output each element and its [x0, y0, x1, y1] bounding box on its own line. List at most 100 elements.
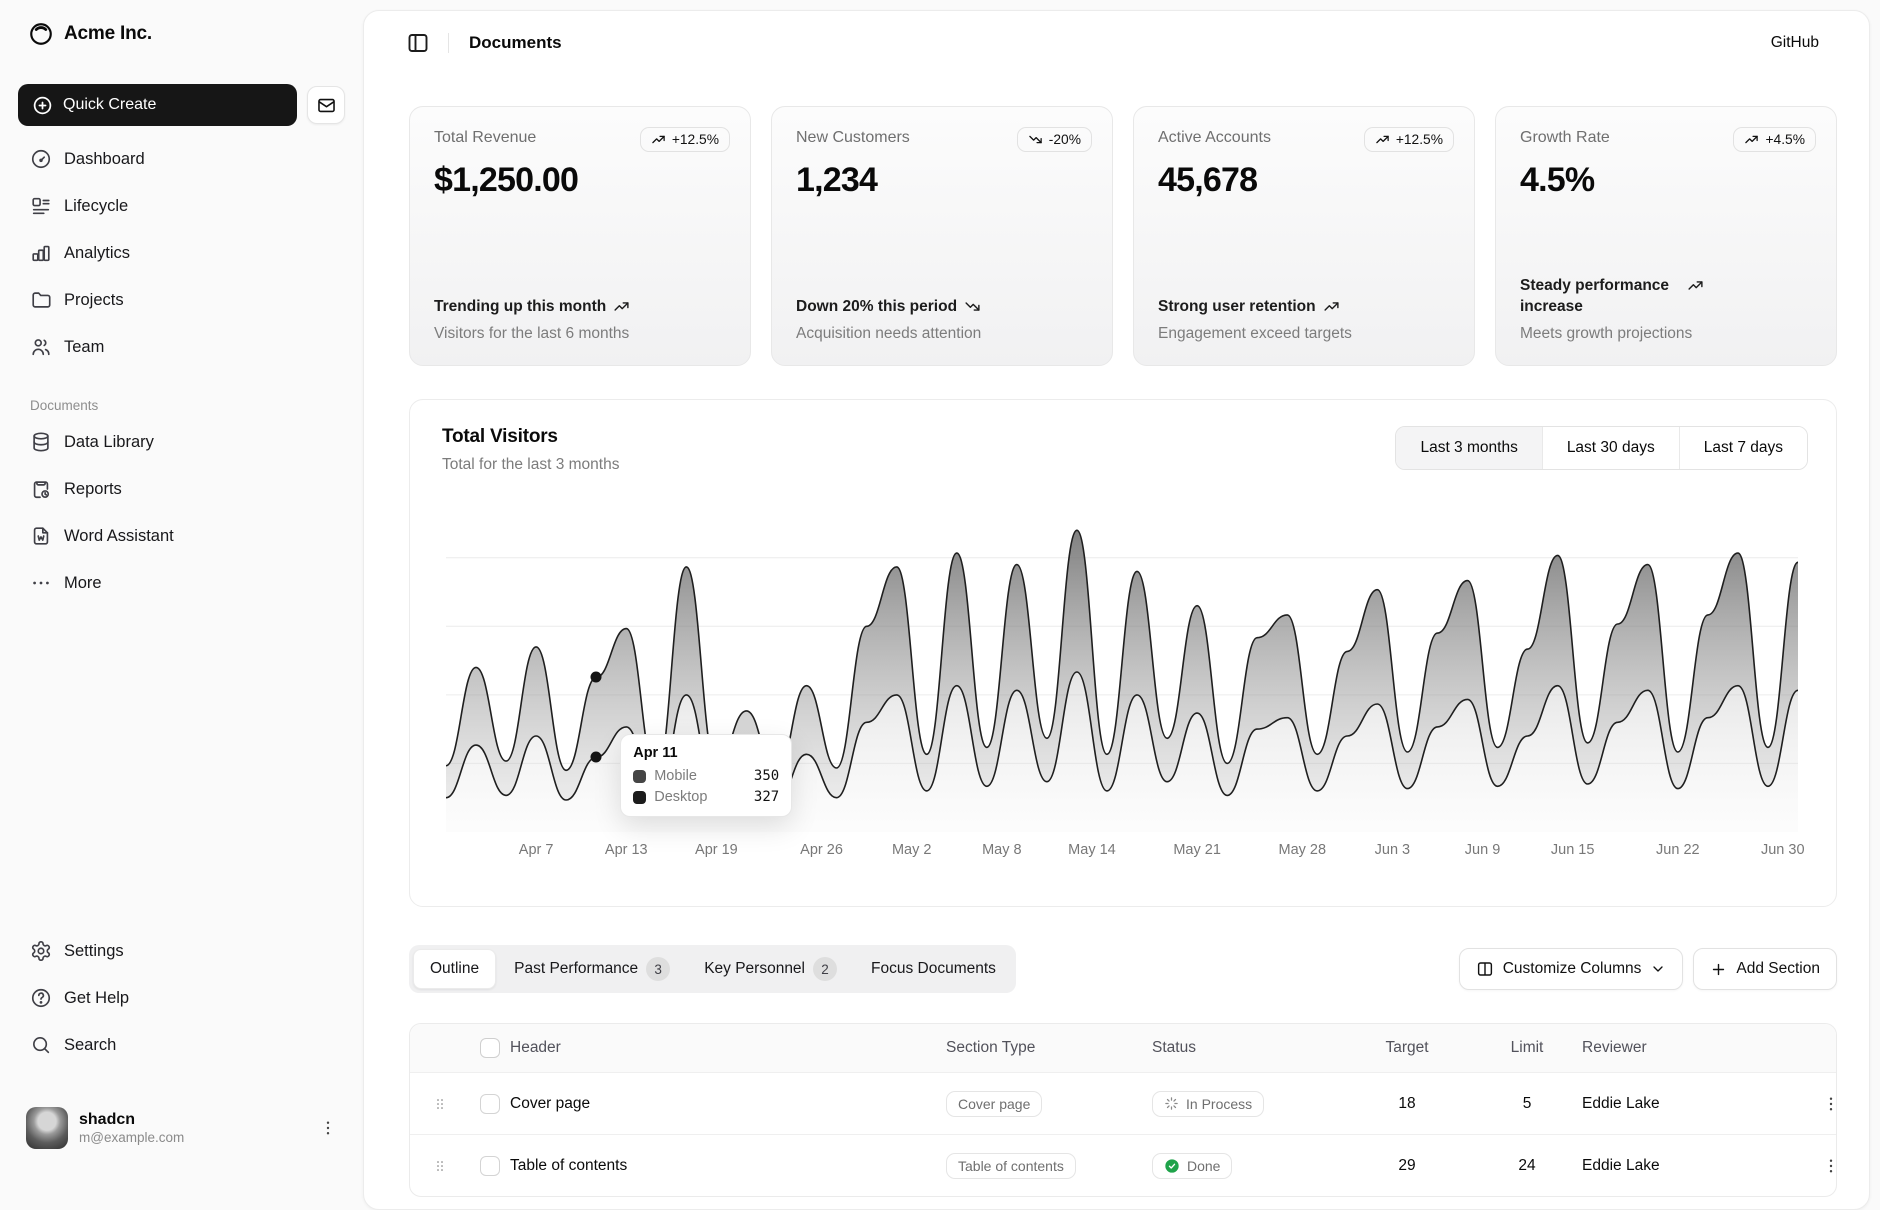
tooltip-mobile-value: 350 — [754, 768, 779, 784]
row-kebab-icon[interactable] — [1822, 1157, 1837, 1175]
hover-dot-desktop — [591, 752, 602, 763]
tab-count-badge: 2 — [813, 957, 837, 981]
card-active-accounts: Active Accounts +12.5% 45,678 Strong use… — [1133, 106, 1475, 366]
github-link[interactable]: GitHub — [1771, 34, 1819, 52]
user-name: shadcn — [79, 1110, 184, 1129]
avatar — [26, 1107, 68, 1149]
lifecycle-icon — [30, 195, 52, 217]
sidebar-item-reports[interactable]: Reports — [18, 468, 345, 510]
trending-up-icon — [1323, 296, 1340, 315]
sidebar-toggle-icon[interactable] — [406, 31, 430, 55]
team-icon — [30, 336, 52, 358]
customize-columns-button[interactable]: Customize Columns — [1459, 948, 1684, 990]
user-kebab-icon[interactable] — [319, 1119, 337, 1137]
columns-icon — [1476, 960, 1494, 978]
page-header: Documents GitHub — [364, 11, 1869, 75]
drag-handle-icon[interactable] — [410, 1158, 470, 1174]
tabs-list: Outline Past Performance 3 Key Personnel… — [409, 945, 1016, 993]
row-header: Table of contents — [510, 1157, 946, 1175]
brand[interactable]: Acme Inc. — [18, 14, 345, 54]
sidebar-item-word-assistant[interactable]: Word Assistant — [18, 515, 345, 557]
sidebar-item-dashboard[interactable]: Dashboard — [18, 138, 345, 180]
x-tick: Jun 30 — [1761, 842, 1805, 858]
sidebar-item-label: Data Library — [64, 433, 154, 452]
chevron-down-icon — [1650, 961, 1666, 977]
tab-outline[interactable]: Outline — [413, 949, 496, 989]
card-new-customers: New Customers -20% 1,234 Down 20% this p… — [771, 106, 1113, 366]
check-circle-icon — [1164, 1158, 1180, 1174]
sidebar-item-get-help[interactable]: Get Help — [18, 977, 345, 1019]
table-row[interactable]: Cover page Cover page In Process 18 5 Ed… — [410, 1072, 1836, 1134]
loader-icon — [1164, 1096, 1179, 1111]
quick-create-button[interactable]: Quick Create — [18, 84, 297, 126]
sidebar-item-more[interactable]: More — [18, 562, 345, 604]
select-all-checkbox[interactable] — [480, 1038, 500, 1058]
tab-key-personnel[interactable]: Key Personnel 2 — [688, 949, 853, 989]
x-tick: Jun 15 — [1551, 842, 1595, 858]
card-value: 45,678 — [1158, 161, 1450, 200]
range-toggle-group: Last 3 months Last 30 days Last 7 days — [1395, 426, 1808, 470]
sidebar-item-search[interactable]: Search — [18, 1024, 345, 1066]
trend-badge: -20% — [1017, 127, 1092, 152]
card-value: 1,234 — [796, 161, 1088, 200]
col-limit: Limit — [1472, 1039, 1582, 1057]
sidebar-item-label: Word Assistant — [64, 527, 174, 546]
card-total-revenue: Total Revenue +12.5% $1,250.00 Trending … — [409, 106, 751, 366]
trend-badge: +4.5% — [1733, 127, 1816, 152]
range-last-7-days[interactable]: Last 7 days — [1680, 427, 1807, 469]
plus-icon — [1710, 961, 1727, 978]
range-last-30-days[interactable]: Last 30 days — [1543, 427, 1680, 469]
sidebar-item-label: Projects — [64, 291, 124, 310]
sidebar-item-lifecycle[interactable]: Lifecycle — [18, 185, 345, 227]
user-menu[interactable]: shadcn m@example.com — [18, 1103, 345, 1153]
sidebar-item-data-library[interactable]: Data Library — [18, 421, 345, 463]
tab-past-performance[interactable]: Past Performance 3 — [498, 949, 686, 989]
table-row[interactable]: Table of contents Table of contents Done… — [410, 1134, 1836, 1196]
status-badge: In Process — [1152, 1091, 1264, 1117]
x-tick: May 8 — [982, 842, 1022, 858]
inbox-mail-button[interactable] — [307, 86, 345, 124]
row-checkbox[interactable] — [480, 1156, 500, 1176]
hover-dot-mobile — [591, 672, 602, 683]
add-section-button[interactable]: Add Section — [1693, 948, 1837, 990]
sidebar-item-settings[interactable]: Settings — [18, 930, 345, 972]
sidebar-item-label: Search — [64, 1036, 116, 1055]
range-last-3-months[interactable]: Last 3 months — [1396, 427, 1542, 469]
tab-focus-documents[interactable]: Focus Documents — [855, 949, 1012, 989]
x-tick: Apr 19 — [695, 842, 738, 858]
row-header: Cover page — [510, 1095, 946, 1113]
row-kebab-icon[interactable] — [1822, 1095, 1837, 1113]
user-email: m@example.com — [79, 1129, 184, 1147]
tooltip-desktop-value: 327 — [754, 789, 779, 805]
sidebar-item-label: Analytics — [64, 244, 130, 263]
sidebar-item-team[interactable]: Team — [18, 326, 345, 368]
word-file-icon — [30, 525, 52, 547]
trending-down-icon — [1028, 132, 1043, 147]
row-limit[interactable]: 24 — [1472, 1157, 1582, 1175]
trend-badge: +12.5% — [640, 127, 730, 152]
total-visitors-card: Total Visitors Total for the last 3 mont… — [409, 399, 1837, 907]
desktop-swatch — [633, 791, 646, 804]
row-reviewer[interactable]: Eddie Lake — [1582, 1095, 1822, 1113]
row-checkbox[interactable] — [480, 1094, 500, 1114]
brand-name: Acme Inc. — [64, 23, 152, 45]
mail-icon — [317, 96, 336, 115]
x-tick: Apr 26 — [800, 842, 843, 858]
trending-up-icon — [1744, 132, 1759, 147]
visitors-area-chart[interactable]: Apr 11 Mobile 350 Desktop 327 — [446, 512, 1798, 832]
x-tick: Apr 7 — [519, 842, 554, 858]
analytics-icon — [30, 242, 52, 264]
row-reviewer[interactable]: Eddie Lake — [1582, 1157, 1822, 1175]
x-tick: May 21 — [1173, 842, 1221, 858]
row-limit[interactable]: 5 — [1472, 1095, 1582, 1113]
table-header-row: Header Section Type Status Target Limit … — [410, 1024, 1836, 1072]
folder-icon — [30, 289, 52, 311]
sidebar-item-analytics[interactable]: Analytics — [18, 232, 345, 274]
row-target[interactable]: 18 — [1342, 1095, 1472, 1113]
plus-circle-icon — [32, 95, 53, 116]
page-title: Documents — [469, 33, 562, 53]
sidebar-item-label: Lifecycle — [64, 197, 128, 216]
row-target[interactable]: 29 — [1342, 1157, 1472, 1175]
drag-handle-icon[interactable] — [410, 1096, 470, 1112]
sidebar-item-projects[interactable]: Projects — [18, 279, 345, 321]
